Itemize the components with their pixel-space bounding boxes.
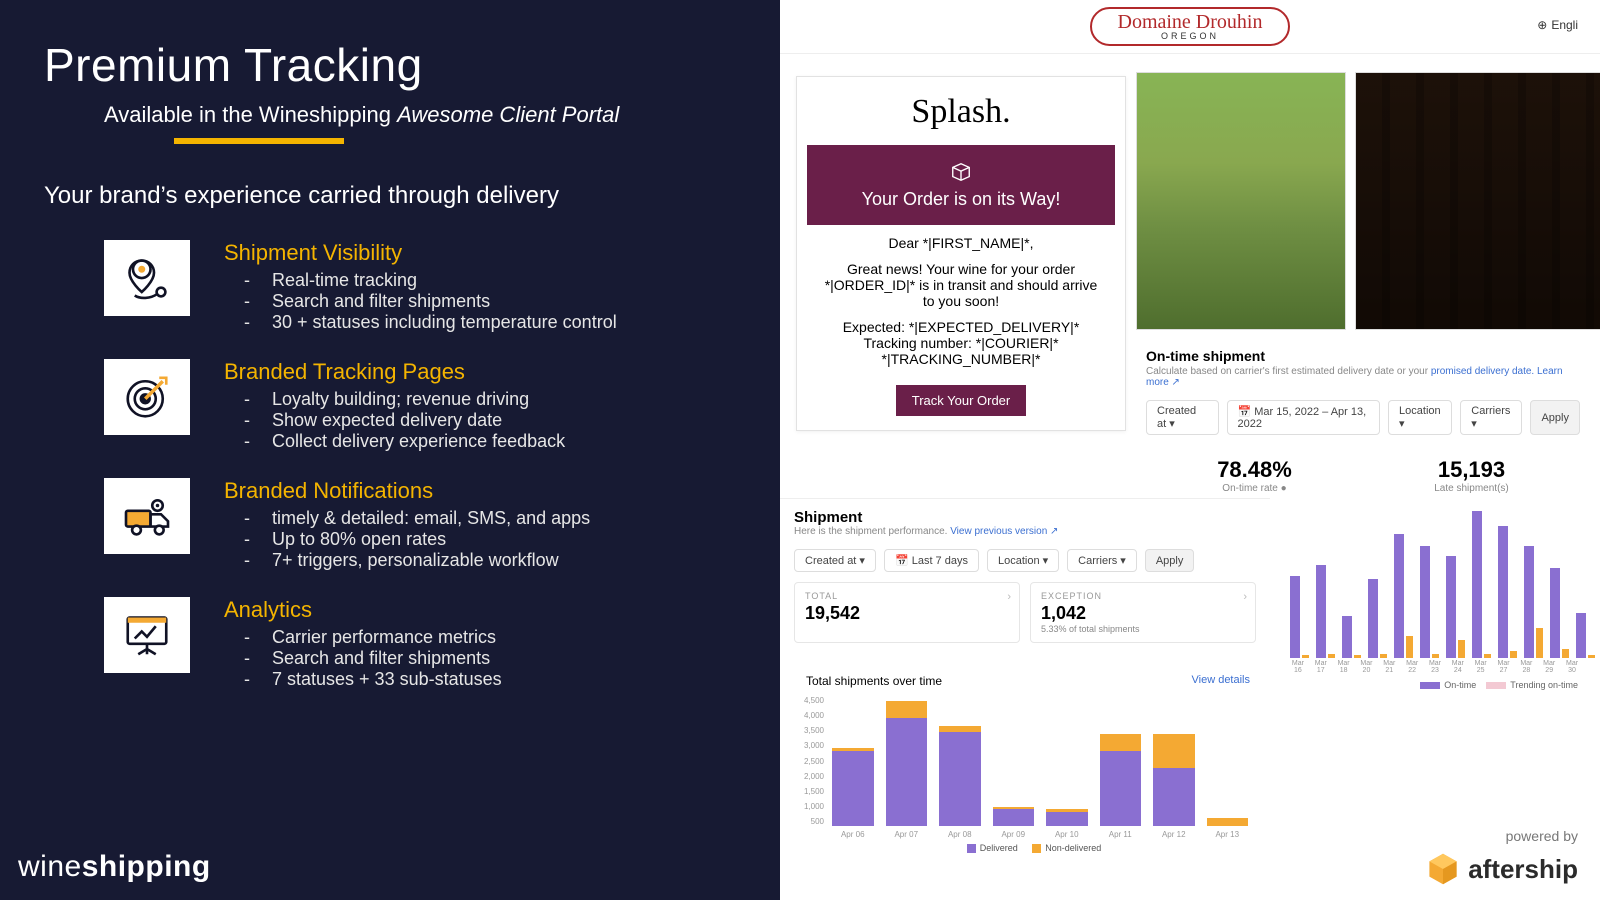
legend-delivered: Delivered bbox=[980, 843, 1018, 853]
feature-visibility: Shipment Visibility Real-time tracking S… bbox=[104, 240, 780, 333]
chevron-right-icon: › bbox=[1243, 591, 1247, 603]
tagline: Your brand’s experience carried through … bbox=[30, 182, 780, 210]
feature-bullet: 30 + statuses including temperature cont… bbox=[224, 312, 617, 333]
date-range-filter[interactable]: 📅 Last 7 days bbox=[884, 549, 979, 572]
header-bar: Domaine Drouhin OREGON Engli bbox=[780, 0, 1600, 54]
feature-bullet: 7+ triggers, personalizable workflow bbox=[224, 550, 590, 571]
apply-button[interactable]: Apply bbox=[1145, 549, 1195, 572]
card-value: 19,542 bbox=[805, 603, 1009, 624]
legend-trending: Trending on-time bbox=[1510, 680, 1578, 690]
panel-title: On-time shipment bbox=[1146, 348, 1580, 364]
previous-version-link[interactable]: View previous version ↗ bbox=[950, 526, 1058, 537]
email-hero: Your Order is on its Way! bbox=[807, 145, 1115, 225]
kpi-label: On-time rate ● bbox=[1146, 483, 1363, 494]
feature-bullet: 7 statuses + 33 sub-statuses bbox=[224, 669, 502, 690]
date-range-filter[interactable]: 📅 Mar 15, 2022 – Apr 13, 2022 bbox=[1227, 400, 1381, 435]
chevron-right-icon: › bbox=[1007, 591, 1011, 603]
slide-title: Premium Tracking bbox=[44, 38, 780, 92]
language-selector[interactable]: Engli bbox=[1537, 18, 1578, 32]
carriers-filter[interactable]: Carriers ▾ bbox=[1460, 400, 1522, 435]
feature-heading: Shipment Visibility bbox=[224, 240, 617, 266]
feature-bullet: Search and filter shipments bbox=[224, 648, 502, 669]
kpi-label: Late shipment(s) bbox=[1363, 483, 1580, 494]
feature-bullet: Up to 80% open rates bbox=[224, 529, 590, 550]
wineshipping-logo: wineshipping bbox=[18, 850, 211, 884]
panel-subtitle: Here is the shipment performance. bbox=[794, 526, 950, 537]
feature-bullet: Loyalty building; revenue driving bbox=[224, 389, 565, 410]
feature-heading: Branded Notifications bbox=[224, 478, 590, 504]
total-card[interactable]: › TOTAL 19,542 bbox=[794, 582, 1020, 643]
email-courier: Tracking number: *|COURIER|* bbox=[863, 335, 1058, 351]
email-expected: Expected: *|EXPECTED_DELIVERY|* bbox=[843, 319, 1080, 335]
track-order-button[interactable]: Track Your Order bbox=[896, 385, 1027, 416]
accent-rule bbox=[174, 138, 344, 144]
dd-logo-subtext: OREGON bbox=[1118, 32, 1263, 41]
created-at-filter[interactable]: Created at ▾ bbox=[794, 549, 876, 572]
brand-part-b: shipping bbox=[82, 850, 211, 883]
feature-tracking-pages: Branded Tracking Pages Loyalty building;… bbox=[104, 359, 780, 452]
powered-by-label: powered by bbox=[1506, 828, 1578, 844]
feature-notifications: Branded Notifications timely & detailed:… bbox=[104, 478, 780, 571]
carriers-filter[interactable]: Carriers ▾ bbox=[1067, 549, 1137, 572]
shipment-panel: Shipment Here is the shipment performanc… bbox=[780, 498, 1270, 653]
kpi-ontime-rate: 78.48% bbox=[1146, 457, 1363, 483]
email-hero-text: Your Order is on its Way! bbox=[862, 189, 1061, 210]
exception-card[interactable]: › EXCEPTION 1,042 5.33% of total shipmen… bbox=[1030, 582, 1256, 643]
target-icon bbox=[104, 359, 190, 435]
feature-bullet: Show expected delivery date bbox=[224, 410, 565, 431]
card-label: TOTAL bbox=[805, 591, 1009, 601]
card-label: EXCEPTION bbox=[1041, 591, 1245, 601]
domaine-drouhin-logo: Domaine Drouhin OREGON bbox=[1090, 7, 1291, 46]
subtitle-part-a: Available in the Wineshipping bbox=[104, 102, 397, 127]
delivery-truck-icon bbox=[104, 478, 190, 554]
feature-heading: Branded Tracking Pages bbox=[224, 359, 565, 385]
aftership-box-icon bbox=[1426, 852, 1460, 886]
legend-nondelivered: Non-delivered bbox=[1045, 843, 1101, 853]
feature-list: Shipment Visibility Real-time tracking S… bbox=[104, 240, 780, 690]
aftership-wordmark: aftership bbox=[1468, 854, 1578, 885]
apply-button[interactable]: Apply bbox=[1530, 400, 1580, 435]
feature-bullet: Search and filter shipments bbox=[224, 291, 617, 312]
kpi-late-shipments: 15,193 bbox=[1363, 457, 1580, 483]
barrel-room-photo bbox=[1355, 72, 1600, 330]
slide-subtitle: Available in the Wineshipping Awesome Cl… bbox=[104, 102, 780, 128]
created-at-filter[interactable]: Created at ▾ bbox=[1146, 400, 1219, 435]
feature-bullet: Real-time tracking bbox=[224, 270, 617, 291]
dd-logo-text: Domaine Drouhin bbox=[1118, 11, 1263, 33]
location-pin-icon bbox=[104, 240, 190, 316]
on-time-daily-chart: Mar 16Mar 17Mar 18Mar 20Mar 21Mar 22Mar … bbox=[1280, 496, 1590, 706]
brand-part-a: wine bbox=[18, 850, 82, 883]
on-time-shipment-panel: On-time shipment Calculate based on carr… bbox=[1136, 340, 1590, 506]
package-icon bbox=[950, 161, 972, 183]
legend-on-time: On-time bbox=[1444, 680, 1476, 690]
feature-bullet: Carrier performance metrics bbox=[224, 627, 502, 648]
splash-logo: Splash. bbox=[807, 93, 1115, 131]
email-greeting: Dear *|FIRST_NAME|*, bbox=[821, 235, 1101, 251]
view-details-link[interactable]: View details bbox=[1192, 674, 1251, 688]
card-value: 1,042 bbox=[1041, 603, 1245, 624]
vineyard-photo bbox=[1136, 72, 1346, 330]
aftership-logo: aftership bbox=[1426, 852, 1578, 886]
feature-analytics: Analytics Carrier performance metrics Se… bbox=[104, 597, 780, 690]
email-body: Great news! Your wine for your order *|O… bbox=[821, 261, 1101, 309]
email-preview: Splash. Your Order is on its Way! Dear *… bbox=[796, 76, 1126, 431]
panel-subtitle: Calculate based on carrier's first estim… bbox=[1146, 366, 1431, 377]
card-extra: 5.33% of total shipments bbox=[1041, 624, 1245, 634]
total-shipments-chart: Total shipments over time View details 4… bbox=[798, 670, 1258, 860]
feature-bullet: timely & detailed: email, SMS, and apps bbox=[224, 508, 590, 529]
subtitle-part-b: Awesome Client Portal bbox=[397, 102, 619, 127]
location-filter[interactable]: Location ▾ bbox=[987, 549, 1059, 572]
feature-bullet: Collect delivery experience feedback bbox=[224, 431, 565, 452]
panel-title: Shipment bbox=[794, 509, 1256, 526]
email-tracking-number: *|TRACKING_NUMBER|* bbox=[882, 351, 1041, 367]
presentation-chart-icon bbox=[104, 597, 190, 673]
feature-heading: Analytics bbox=[224, 597, 502, 623]
location-filter[interactable]: Location ▾ bbox=[1388, 400, 1452, 435]
chart-title: Total shipments over time bbox=[806, 674, 942, 688]
